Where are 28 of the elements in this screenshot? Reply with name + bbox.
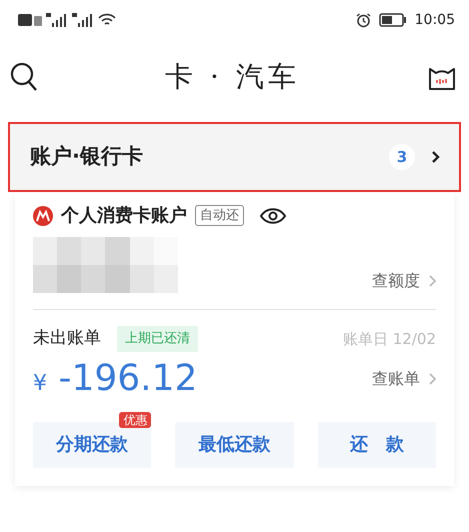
chevron-right-icon bbox=[428, 372, 436, 384]
alarm-icon bbox=[356, 12, 371, 28]
bill-amount: ¥ -196.12 bbox=[33, 356, 198, 400]
bank-card-section-header[interactable]: 账户·银行卡 3 bbox=[8, 122, 461, 192]
clock-time: 10:05 bbox=[414, 10, 455, 30]
search-icon[interactable] bbox=[10, 62, 38, 92]
discount-badge: 优惠 bbox=[119, 412, 152, 428]
chevron-right-icon bbox=[431, 150, 441, 164]
auto-repay-tag: 自动还 bbox=[195, 204, 244, 226]
bill-date: 账单日 12/02 bbox=[343, 328, 436, 350]
account-name: 个人消费卡账户 bbox=[61, 204, 187, 228]
check-quota-link[interactable]: 查额度 bbox=[372, 269, 420, 293]
view-bill-link[interactable]: 查账单 bbox=[372, 366, 420, 390]
wifi-icon bbox=[98, 13, 116, 27]
count-badge: 3 bbox=[389, 144, 415, 170]
repay-button[interactable]: 最低还款 bbox=[175, 422, 294, 468]
battery-icon bbox=[378, 13, 407, 27]
signal-icon bbox=[46, 13, 68, 27]
bank-logo-icon bbox=[33, 206, 53, 226]
chevron-right-icon bbox=[428, 275, 436, 287]
status-tag: 上期已还清 bbox=[117, 326, 198, 352]
repay-button[interactable]: 还 款 bbox=[318, 422, 436, 468]
hd-icon bbox=[18, 14, 42, 26]
signal-icon bbox=[72, 13, 94, 27]
bill-label: 未出账单 bbox=[33, 327, 101, 350]
eye-icon[interactable] bbox=[260, 208, 286, 224]
section-title: 账户·银行卡 bbox=[30, 143, 143, 170]
page-title: 卡 · 汽车 bbox=[165, 59, 300, 95]
